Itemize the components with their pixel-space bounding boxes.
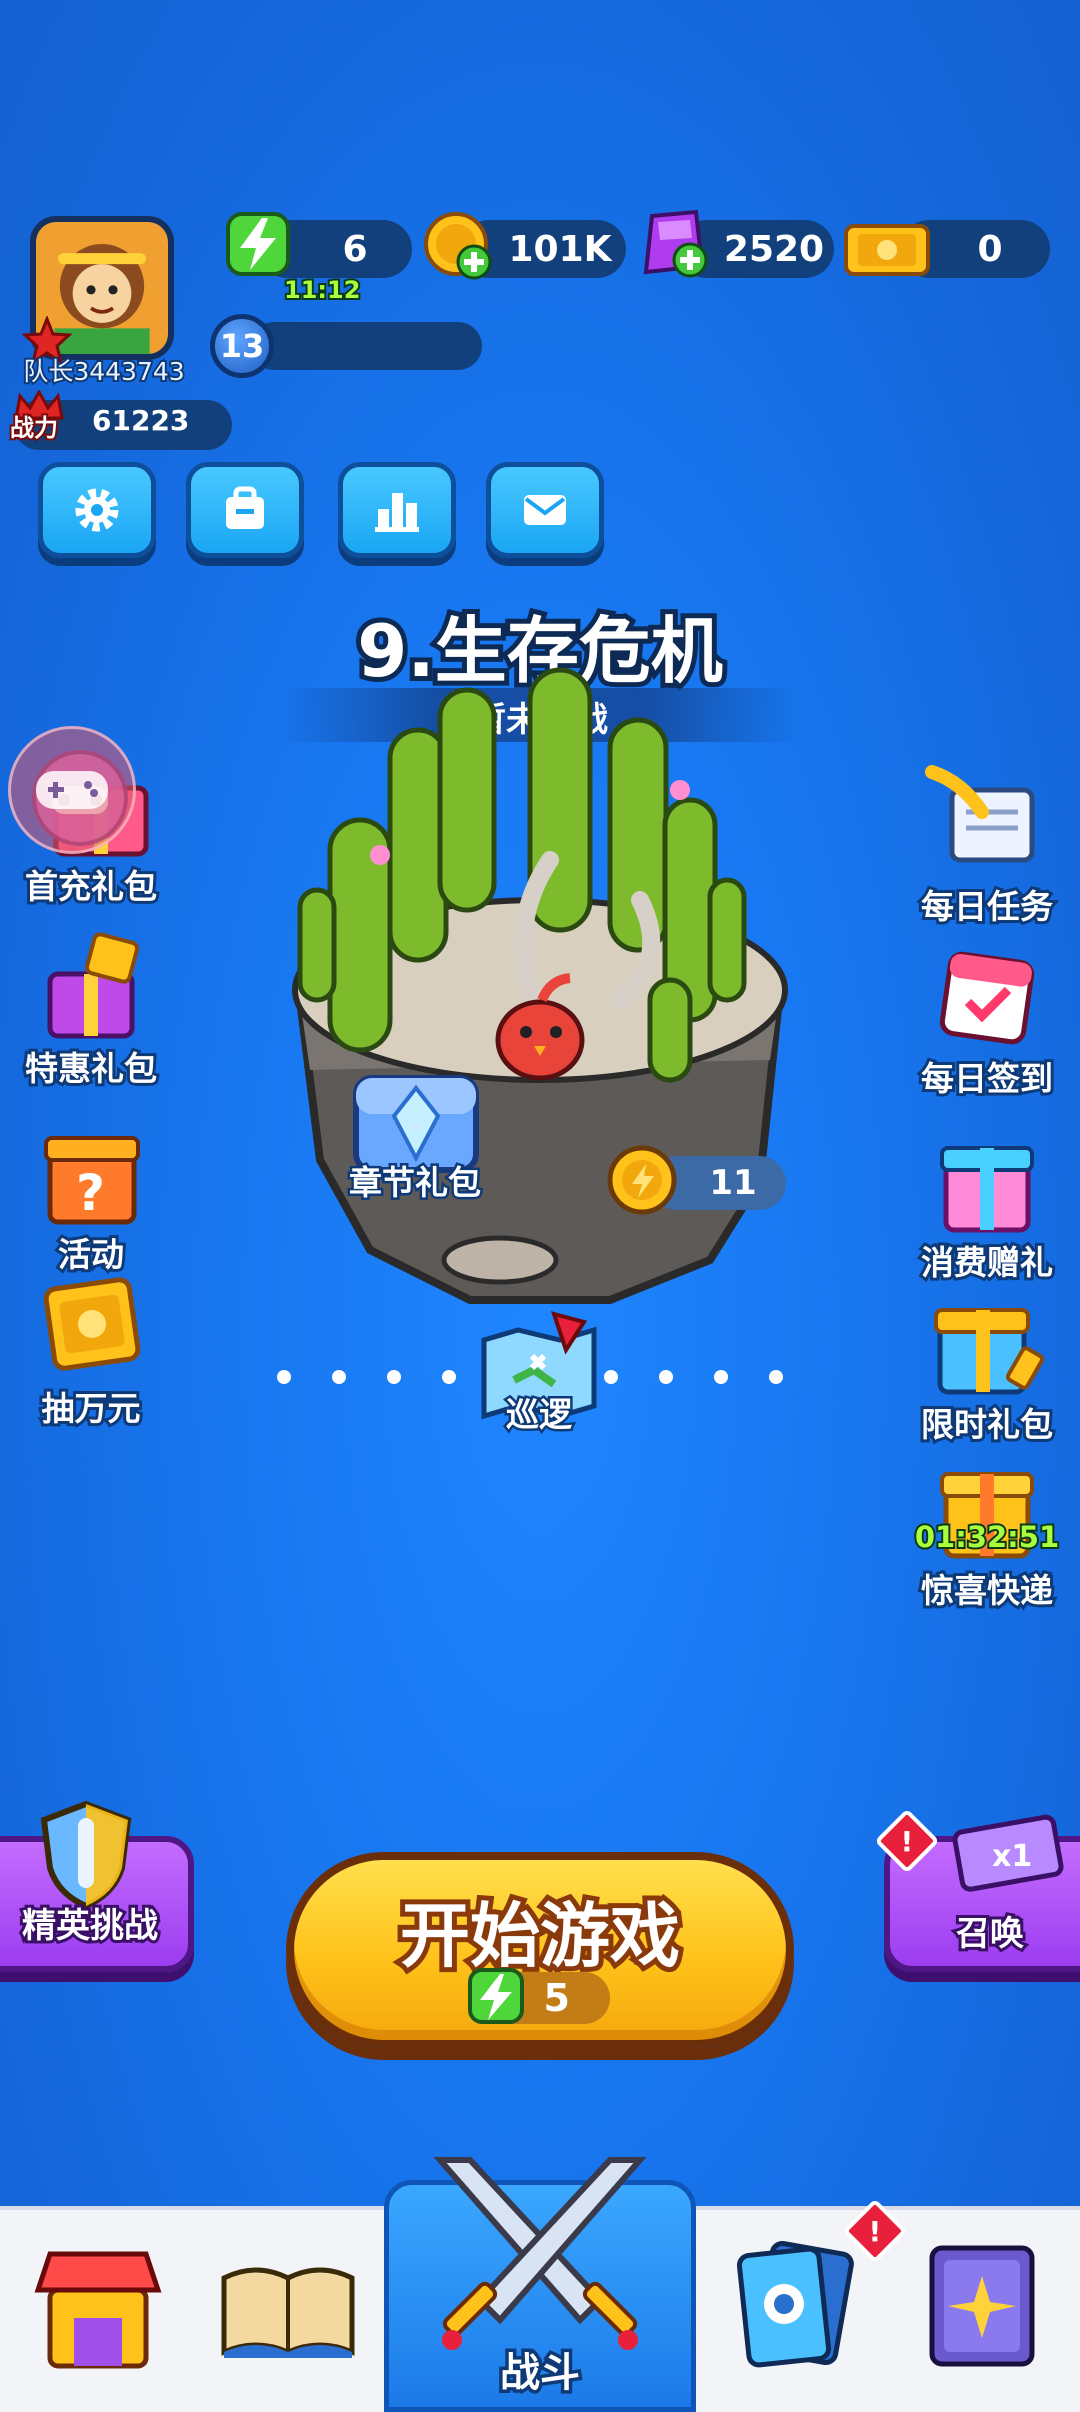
special-offer-pack[interactable]: 特惠礼包 [6,924,176,1091]
lottery-entry[interactable]: 抽万元 [6,1264,176,1431]
player-name: 队长3443743 [21,355,186,388]
power-value: 61223 [92,404,190,437]
special-gift-icon [47,932,140,1039]
golden-ticket-icon [43,1277,141,1371]
energy-icon [226,212,290,276]
coin-reward-value: 11 [709,1163,757,1203]
scroll-quill-icon [925,765,1035,863]
settings-button[interactable] [38,462,156,558]
coin-value: 101K [508,228,612,270]
exp-bar [250,322,482,370]
summon-label: 召唤 [953,1911,1027,1957]
progress-dot [332,1370,346,1384]
start-cost-value: 5 [543,1976,570,2020]
surprise-delivery[interactable]: 01:32:51 惊喜快递 [902,1446,1072,1613]
svg-text:?: ? [76,1164,105,1222]
bag-button[interactable] [186,462,304,558]
progress-dot [442,1370,456,1384]
leaderboard-button[interactable] [338,462,456,558]
energy-icon [468,1968,524,2024]
leaderboard-icon [375,493,419,532]
shield-icon [40,1800,132,1910]
shop-icon[interactable] [30,2244,166,2374]
first-charge-label: 首充礼包 [22,864,160,909]
settings-icon [75,488,119,532]
progress-dot [659,1370,673,1384]
special-offer-label: 特惠礼包 [22,1046,160,1091]
power-label: 战力 [8,412,60,444]
limited-time-label: 限时礼包 [918,1402,1056,1447]
shop-bag-icon [226,486,264,529]
gem-value: 2520 [723,228,825,270]
chapter-chest-label: 章节礼包 [347,1161,484,1205]
codex-book-icon[interactable] [216,2258,360,2362]
calendar-icon [939,951,1035,1045]
gift-box-icon [940,1146,1034,1233]
mail-icon [524,495,566,525]
coin-icon[interactable] [422,210,494,282]
surprise-delivery-label: 惊喜快递 [918,1568,1056,1613]
patrol-label: 巡逻 [504,1393,575,1437]
progress-dot [769,1370,783,1384]
progress-dot [604,1370,618,1384]
gamepad-icon [36,771,108,809]
daily-tasks-label: 每日任务 [918,884,1056,929]
mail-button[interactable] [486,462,604,558]
nav-battle-label: 战斗 [497,2347,584,2400]
cards-icon[interactable] [724,2238,868,2368]
daily-tasks[interactable]: 每日任务 [902,762,1072,929]
start-game-label: 开始游戏 [395,1890,685,1982]
lottery-label: 抽万元 [39,1386,144,1431]
progress-dot [387,1370,401,1384]
gem-icon[interactable] [638,208,710,280]
elite-challenge-label: 精英挑战 [19,1903,161,1949]
daily-checkin-label: 每日签到 [918,1056,1056,1101]
ticket-icon [844,224,930,276]
skill-book-icon[interactable] [920,2240,1046,2372]
coin-reward-icon [607,1145,677,1215]
energy-timer: 11:12 [282,274,362,306]
summon-scroll-icon: x1 [952,1814,1064,1892]
svg-text:x1: x1 [992,1839,1032,1874]
spend-reward-label: 消费赠礼 [918,1240,1056,1285]
player-level-badge: 13 [210,314,274,378]
progress-dot [277,1370,291,1384]
golden-gift-icon [934,1308,1045,1395]
progress-dot [714,1370,728,1384]
daily-checkin[interactable]: 每日签到 [902,934,1072,1101]
energy-value: 6 [342,228,368,270]
spend-reward[interactable]: 消费赠礼 [902,1118,1072,1285]
ticket-value: 0 [977,228,1003,270]
mystery-box-icon: ? [44,1136,140,1225]
chapter-island[interactable] [280,660,800,1320]
events-entry[interactable]: ? 活动 [6,1110,176,1277]
crossed-swords-icon [433,2157,647,2350]
limited-time-pack[interactable]: 限时礼包 [902,1280,1072,1447]
surprise-delivery-timer: 01:32:51 [913,1518,1061,1556]
floating-assistant-button[interactable] [8,726,136,854]
